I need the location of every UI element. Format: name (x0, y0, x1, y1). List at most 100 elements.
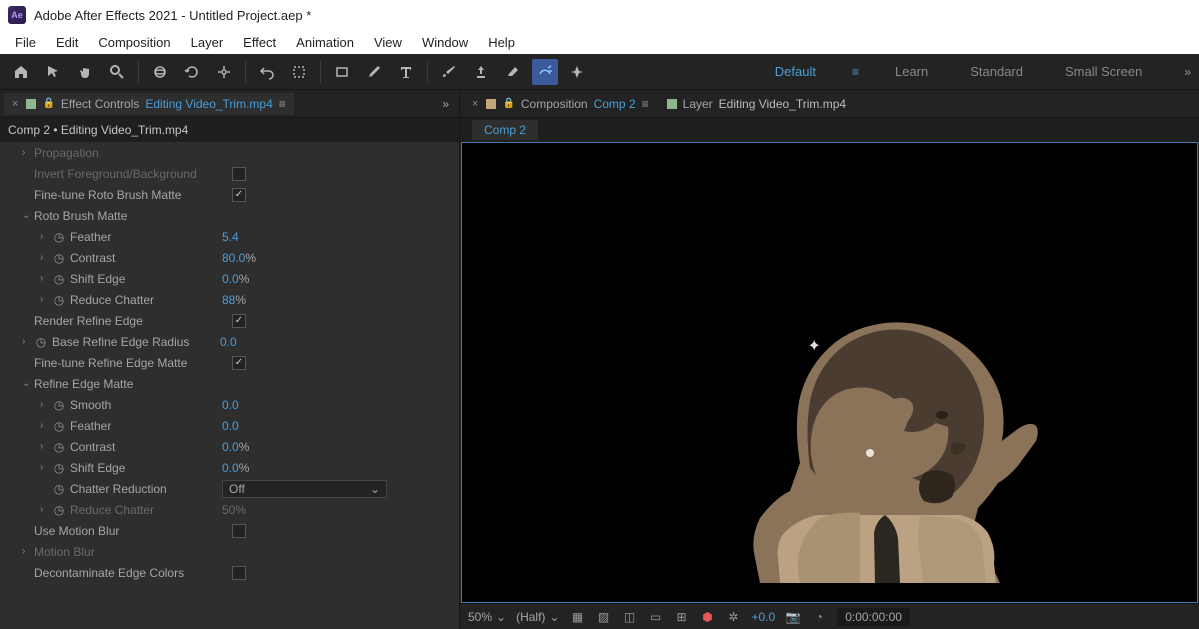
panel-overflow-icon[interactable]: » (436, 97, 455, 111)
checkbox[interactable] (232, 356, 246, 370)
value[interactable]: 0.0 (222, 440, 239, 454)
group-motion-blur[interactable]: ›Motion Blur (0, 541, 459, 562)
mask-toggle-icon[interactable]: ◫ (622, 609, 638, 625)
mask-tool[interactable] (286, 59, 312, 85)
twirl-icon[interactable]: › (40, 399, 52, 410)
stopwatch-icon[interactable]: ◷ (52, 461, 66, 475)
rectangle-tool[interactable] (329, 59, 355, 85)
undo-tool[interactable] (254, 59, 280, 85)
panel-menu-icon[interactable]: ≡ (279, 97, 286, 111)
checkbox[interactable] (232, 188, 246, 202)
rotation-tool[interactable] (179, 59, 205, 85)
twirl-icon[interactable]: › (40, 252, 52, 263)
resolution-dropdown[interactable]: (Half)⌄ (516, 610, 559, 624)
menu-file[interactable]: File (5, 32, 46, 53)
stopwatch-icon[interactable]: ◷ (34, 335, 48, 349)
layer-tab[interactable]: Layer Editing Video_Trim.mp4 (667, 97, 846, 111)
effect-controls-tab[interactable]: × 🔒 Effect Controls Editing Video_Trim.m… (4, 93, 294, 115)
viewport[interactable]: ✦ (461, 142, 1198, 603)
home-tool[interactable] (8, 59, 34, 85)
selection-tool[interactable] (40, 59, 66, 85)
value[interactable]: 0.0 (220, 335, 237, 349)
puppet-tool[interactable] (564, 59, 590, 85)
workspace-overflow-icon[interactable]: » (1184, 65, 1191, 79)
stopwatch-icon[interactable]: ◷ (52, 293, 66, 307)
snapshot-icon[interactable]: 📷 (785, 609, 801, 625)
region-icon[interactable]: ▭ (648, 609, 664, 625)
workspace-learn[interactable]: Learn (889, 64, 934, 79)
stopwatch-icon[interactable]: ◷ (52, 251, 66, 265)
twirl-icon[interactable]: › (40, 441, 52, 452)
menu-window[interactable]: Window (412, 32, 478, 53)
twirl-icon[interactable]: › (22, 546, 34, 557)
stopwatch-icon[interactable]: ◷ (52, 230, 66, 244)
twirl-icon[interactable]: ⌄ (22, 378, 34, 389)
workspace-standard[interactable]: Standard (964, 64, 1029, 79)
fast-preview-icon[interactable]: ▦ (570, 609, 586, 625)
panel-menu-icon[interactable]: ≡ (642, 97, 649, 111)
workspace-small-screen[interactable]: Small Screen (1059, 64, 1148, 79)
prop-propagation[interactable]: ›Propagation (0, 142, 459, 163)
menu-help[interactable]: Help (478, 32, 525, 53)
show-snapshot-icon[interactable]: ◔ (811, 609, 827, 625)
tab-link[interactable]: Editing Video_Trim.mp4 (145, 97, 272, 111)
tab-link[interactable]: Comp 2 (594, 97, 636, 111)
value[interactable]: 88 (222, 293, 235, 307)
stopwatch-icon[interactable]: ◷ (52, 482, 66, 496)
checkbox[interactable] (232, 314, 246, 328)
reset-exposure-icon[interactable]: ✲ (726, 609, 742, 625)
grid-icon[interactable]: ⊞ (674, 609, 690, 625)
workspace-default[interactable]: Default (769, 64, 822, 79)
menu-composition[interactable]: Composition (88, 32, 180, 53)
clone-tool[interactable] (468, 59, 494, 85)
hand-tool[interactable] (72, 59, 98, 85)
type-tool[interactable] (393, 59, 419, 85)
stopwatch-icon[interactable]: ◷ (52, 398, 66, 412)
stopwatch-icon[interactable]: ◷ (52, 440, 66, 454)
anchor-tool[interactable] (211, 59, 237, 85)
checkbox[interactable] (232, 167, 246, 181)
stopwatch-icon[interactable]: ◷ (52, 419, 66, 433)
value[interactable]: 0.0 (222, 398, 239, 412)
twirl-icon[interactable]: › (40, 504, 52, 515)
group-refine-edge-matte[interactable]: ⌄Refine Edge Matte (0, 373, 459, 394)
comp-subtab[interactable]: Comp 2 (472, 120, 538, 140)
checkbox[interactable] (232, 566, 246, 580)
pen-tool[interactable] (361, 59, 387, 85)
composition-tab[interactable]: × 🔒 Composition Comp 2 ≡ (472, 97, 649, 111)
menu-animation[interactable]: Animation (286, 32, 364, 53)
workspace-menu-icon[interactable]: ≡ (852, 65, 859, 79)
lock-icon[interactable]: 🔒 (42, 98, 54, 109)
close-icon[interactable]: × (472, 98, 478, 110)
twirl-icon[interactable]: › (22, 336, 34, 347)
exposure-value[interactable]: +0.0 (752, 610, 776, 624)
close-icon[interactable]: × (12, 98, 18, 110)
anchor-point-icon[interactable]: ✦ (807, 336, 820, 356)
zoom-tool[interactable] (104, 59, 130, 85)
brush-tool[interactable] (436, 59, 462, 85)
orbit-tool[interactable] (147, 59, 173, 85)
value[interactable]: 5.4 (222, 230, 239, 244)
group-roto-brush-matte[interactable]: ⌄Roto Brush Matte (0, 205, 459, 226)
menu-edit[interactable]: Edit (46, 32, 88, 53)
value[interactable]: 0.0 (222, 461, 239, 475)
menu-view[interactable]: View (364, 32, 412, 53)
lock-icon[interactable]: 🔒 (502, 98, 514, 109)
dropdown[interactable]: Off⌄ (222, 480, 387, 498)
value[interactable]: 0.0 (222, 272, 239, 286)
zoom-dropdown[interactable]: 50%⌄ (468, 610, 506, 624)
eraser-tool[interactable] (500, 59, 526, 85)
twirl-icon[interactable]: › (40, 420, 52, 431)
stopwatch-icon[interactable]: ◷ (52, 272, 66, 286)
twirl-icon[interactable]: › (40, 294, 52, 305)
menu-layer[interactable]: Layer (181, 32, 234, 53)
twirl-icon[interactable]: › (40, 231, 52, 242)
twirl-icon[interactable]: › (40, 462, 52, 473)
timecode[interactable]: 0:00:00:00 (837, 608, 910, 626)
checkbox[interactable] (232, 524, 246, 538)
menu-effect[interactable]: Effect (233, 32, 286, 53)
twirl-icon[interactable]: ⌄ (22, 210, 34, 221)
twirl-icon[interactable]: › (40, 273, 52, 284)
twirl-icon[interactable]: › (22, 147, 34, 158)
channel-icon[interactable]: ⬢ (700, 609, 716, 625)
